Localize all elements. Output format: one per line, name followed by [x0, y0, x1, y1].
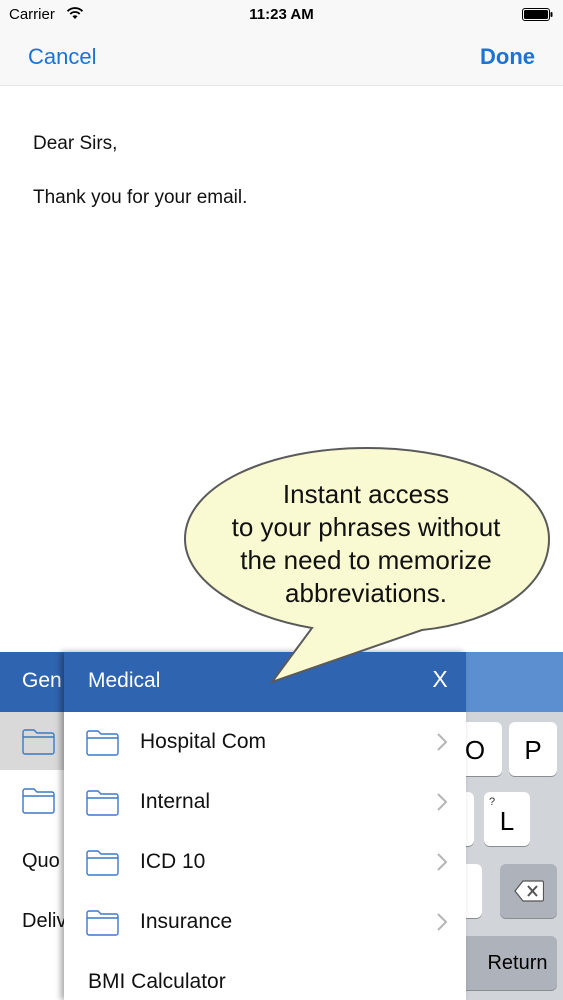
medical-panel-title: Medical — [88, 669, 161, 692]
callout-text: Instant access to your phrases without t… — [231, 479, 501, 608]
text-line-salutation: Dear Sirs, — [33, 133, 118, 154]
folder-icon[interactable] — [22, 728, 55, 755]
chevron-right-icon — [437, 733, 448, 751]
folder-icon — [86, 850, 119, 876]
list-item-label: ICD 10 — [140, 850, 206, 873]
message-text-area[interactable]: Dear Sirs, Thank you for your email. — [33, 130, 533, 211]
list-item-label: Hospital Com — [140, 730, 267, 753]
text-line-body: Thank you for your email. — [33, 187, 248, 208]
folder-icon — [86, 790, 119, 816]
nav-bar: Cancel Done — [0, 30, 563, 86]
general-panel-title[interactable]: Gen — [22, 669, 62, 693]
general-panel: Gen Quo Deliv — [0, 652, 64, 1000]
list-item-internal[interactable]: Internal — [64, 772, 466, 832]
chevron-right-icon — [437, 853, 448, 871]
status-bar: Carrier 11:23 AM — [0, 0, 563, 30]
chevron-right-icon — [437, 793, 448, 811]
list-item-icd-10[interactable]: ICD 10 — [64, 832, 466, 892]
folder-icon[interactable] — [22, 787, 55, 814]
done-button[interactable]: Done — [480, 44, 535, 70]
list-item-bmi-calculator[interactable]: BMI Calculator — [64, 952, 466, 1000]
medical-panel: Medical X Hospital Com Internal ICD 10 I… — [64, 652, 466, 1000]
cancel-button[interactable]: Cancel — [28, 44, 96, 70]
status-time: 11:23 AM — [249, 6, 314, 23]
list-item-hospital-com[interactable]: Hospital Com — [64, 712, 466, 772]
chevron-right-icon — [437, 913, 448, 931]
general-item-delivery[interactable]: Deliv — [22, 910, 64, 933]
list-item-label: Insurance — [140, 910, 233, 933]
general-panel-header: Gen — [0, 652, 64, 712]
key-l-alt: ? — [489, 796, 496, 808]
list-item-label: Internal — [140, 790, 211, 813]
list-item-label: BMI Calculator — [88, 970, 226, 993]
folder-icon — [86, 730, 119, 756]
key-p[interactable]: P — [509, 722, 557, 776]
delete-key[interactable] — [500, 864, 557, 918]
list-item-insurance[interactable]: Insurance — [64, 892, 466, 952]
folder-icon — [86, 910, 119, 936]
delete-icon — [514, 880, 544, 902]
general-item-quotes[interactable]: Quo — [22, 850, 64, 873]
battery-icon — [522, 8, 553, 21]
